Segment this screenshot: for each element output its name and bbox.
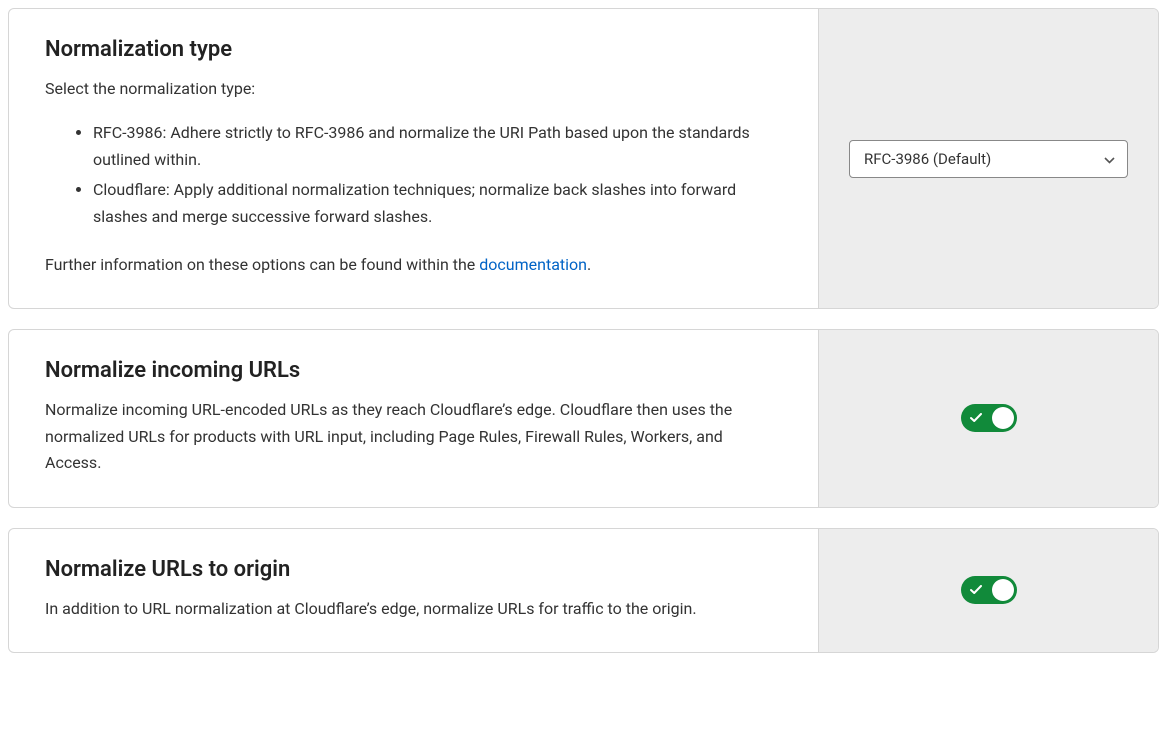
card-content: Normalize incoming URLs Normalize incomi… — [9, 330, 818, 506]
card-control — [818, 330, 1158, 506]
chevron-down-icon — [1104, 150, 1115, 168]
footer-post: . — [587, 255, 591, 274]
card-control — [818, 529, 1158, 652]
toggle-knob — [992, 407, 1014, 429]
normalization-type-card: Normalization type Select the normalizat… — [8, 8, 1159, 309]
bullet-label: Cloudflare: — [93, 180, 170, 199]
card-content: Normalize URLs to origin In addition to … — [9, 529, 818, 652]
normalize-origin-card: Normalize URLs to origin In addition to … — [8, 528, 1159, 653]
card-content: Normalization type Select the normalizat… — [9, 9, 818, 308]
normalize-incoming-toggle[interactable] — [961, 404, 1017, 432]
bullet-label: RFC-3986: — [93, 123, 166, 142]
footer-pre: Further information on these options can… — [45, 255, 479, 274]
card-title: Normalize URLs to origin — [45, 557, 782, 582]
normalize-incoming-card: Normalize incoming URLs Normalize incomi… — [8, 329, 1159, 507]
select-value: RFC-3986 (Default) — [864, 150, 991, 168]
documentation-link[interactable]: documentation — [479, 255, 587, 274]
bullet-text: Apply additional normalization technique… — [93, 180, 736, 225]
card-description: In addition to URL normalization at Clou… — [45, 596, 775, 622]
card-control: RFC-3986 (Default) — [818, 9, 1158, 308]
bullet-text: Adhere strictly to RFC-3986 and normaliz… — [93, 123, 750, 168]
normalize-origin-toggle[interactable] — [961, 576, 1017, 604]
toggle-knob — [992, 579, 1014, 601]
check-icon — [970, 413, 982, 423]
card-description: Normalize incoming URL-encoded URLs as t… — [45, 397, 775, 476]
card-title: Normalization type — [45, 37, 782, 62]
bullet-list: RFC-3986: Adhere strictly to RFC-3986 an… — [45, 120, 782, 230]
list-item: RFC-3986: Adhere strictly to RFC-3986 an… — [93, 120, 782, 173]
card-footer: Further information on these options can… — [45, 252, 782, 278]
card-intro: Select the normalization type: — [45, 76, 782, 102]
normalization-type-select[interactable]: RFC-3986 (Default) — [849, 140, 1128, 178]
card-title: Normalize incoming URLs — [45, 358, 782, 383]
list-item: Cloudflare: Apply additional normalizati… — [93, 177, 782, 230]
check-icon — [970, 585, 982, 595]
